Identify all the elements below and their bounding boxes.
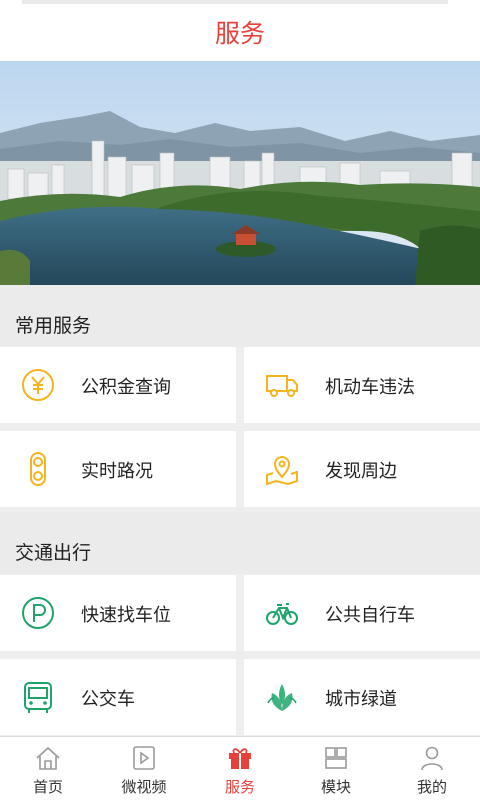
- home-icon: [36, 746, 60, 770]
- leaves-icon: [267, 684, 297, 711]
- top-bar: 服务: [0, 0, 480, 61]
- bicycle-icon: [266, 603, 298, 625]
- tab-label: 微视频: [121, 778, 167, 796]
- service-bus[interactable]: 公交车: [0, 659, 236, 735]
- tab-micro-video[interactable]: 微视频: [96, 737, 192, 800]
- banner-carousel[interactable]: [0, 61, 480, 285]
- section-title: 常用服务: [15, 315, 92, 337]
- service-label: 公积金查询: [81, 377, 171, 398]
- section-header-common: 常用服务: [0, 285, 480, 347]
- bottom-tab-bar: 首页 微视频 服务 模块 我的: [0, 736, 480, 800]
- service-nearby[interactable]: 发现周边: [244, 431, 480, 507]
- tab-services[interactable]: 服务: [192, 737, 288, 800]
- yuan-coin-icon: [22, 369, 54, 401]
- tab-profile[interactable]: 我的: [384, 737, 480, 800]
- parking-icon: [22, 597, 54, 629]
- traffic-light-icon: [30, 452, 46, 486]
- service-housing-fund[interactable]: 公积金查询: [0, 347, 236, 423]
- video-icon: [133, 746, 155, 770]
- gift-icon: [229, 748, 251, 769]
- service-label: 快速找车位: [81, 605, 171, 626]
- service-label: 公共自行车: [325, 605, 415, 626]
- service-label: 机动车违法: [325, 377, 415, 398]
- bus-icon: [24, 682, 52, 713]
- page-title: 服务: [214, 19, 265, 48]
- modules-icon: [325, 747, 347, 769]
- service-find-parking[interactable]: 快速找车位: [0, 575, 236, 651]
- tab-modules[interactable]: 模块: [288, 737, 384, 800]
- section-title: 交通出行: [15, 542, 92, 564]
- service-city-greenway[interactable]: 城市绿道: [244, 659, 480, 735]
- service-label: 发现周边: [325, 461, 397, 482]
- service-realtime-traffic[interactable]: 实时路况: [0, 431, 236, 507]
- map-pin-icon: [266, 456, 298, 486]
- truck-icon: [266, 375, 298, 397]
- tab-label: 我的: [416, 778, 447, 796]
- service-label: 公交车: [81, 689, 135, 710]
- service-label: 实时路况: [81, 461, 153, 482]
- service-vehicle-violation[interactable]: 机动车违法: [244, 347, 480, 423]
- section-header-transport: 交通出行: [0, 512, 480, 574]
- tab-label: 模块: [320, 778, 351, 796]
- user-icon: [421, 746, 443, 771]
- top-bar-divider: [22, 0, 448, 4]
- tab-label: 服务: [224, 778, 255, 796]
- tab-home[interactable]: 首页: [0, 737, 96, 800]
- service-label: 城市绿道: [325, 689, 397, 710]
- banner-image-lake-city: [0, 61, 480, 285]
- service-public-bike[interactable]: 公共自行车: [244, 575, 480, 651]
- tab-label: 首页: [32, 778, 63, 796]
